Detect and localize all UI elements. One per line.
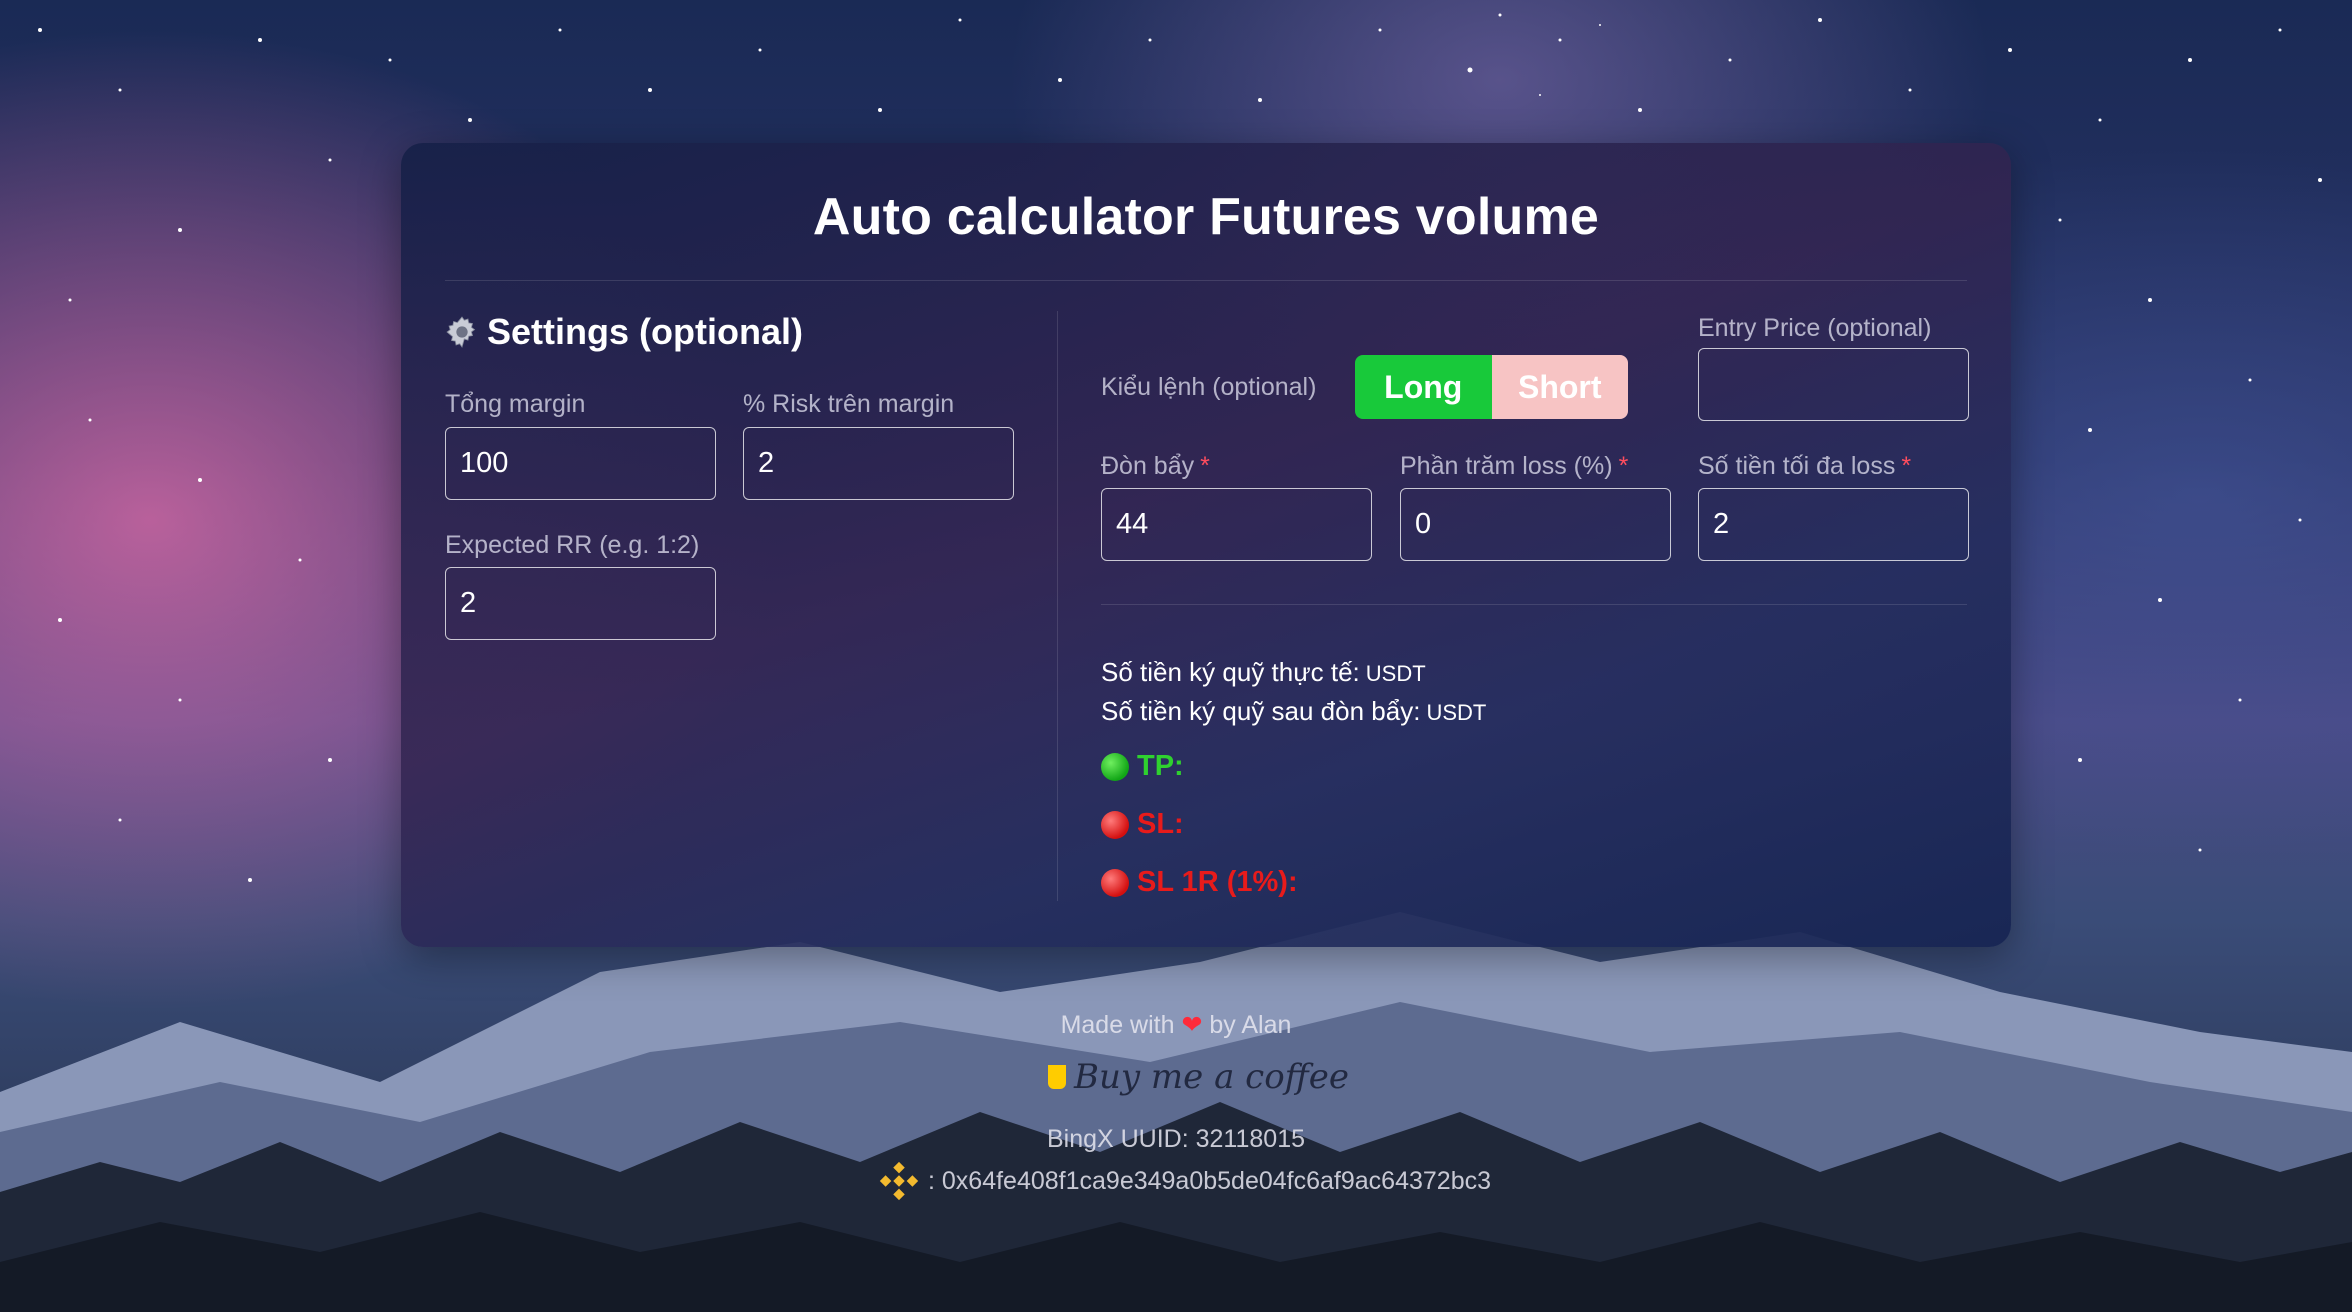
actual-margin-result: Số tiền ký quỹ thực tế: USDT	[1101, 657, 1426, 688]
sl-label: SL:	[1137, 808, 1184, 840]
vertical-divider	[1057, 311, 1058, 901]
long-button[interactable]: Long	[1355, 355, 1492, 419]
leverage-label: Đòn bẩy *	[1101, 452, 1210, 481]
loss-percent-label: Phần trăm loss (%) *	[1400, 452, 1628, 481]
red-circle-icon	[1101, 868, 1129, 897]
order-type-toggle: Long Short	[1355, 355, 1628, 419]
sl1r-result: SL 1R (1%):	[1101, 866, 1298, 899]
coffee-cup-icon	[1048, 1065, 1066, 1089]
order-type-label: Kiểu lệnh (optional)	[1101, 373, 1317, 401]
heart-icon: ❤	[1181, 1011, 1203, 1039]
entry-price-label: Entry Price (optional)	[1698, 314, 1932, 342]
leveraged-margin-result: Số tiền ký quỹ sau đòn bẩy: USDT	[1101, 696, 1486, 727]
wallet-address[interactable]: : 0x64fe408f1ca9e349a0b5de04fc6af9ac6437…	[928, 1167, 1491, 1196]
required-mark: *	[1618, 452, 1629, 480]
sl-result: SL:	[1101, 808, 1184, 841]
binance-logo-icon	[879, 1161, 919, 1201]
required-mark: *	[1200, 452, 1210, 480]
coffee-link-text: Buy me a coffee	[1074, 1057, 1349, 1097]
unit-label: USDT	[1365, 661, 1426, 686]
max-loss-input[interactable]	[1698, 488, 1969, 561]
total-margin-input[interactable]	[445, 427, 716, 500]
divider	[1101, 604, 1967, 605]
expected-rr-input[interactable]	[445, 567, 716, 640]
total-margin-label: Tổng margin	[445, 390, 586, 418]
max-loss-label-text: Số tiền tối đa loss	[1698, 452, 1896, 480]
tp-label: TP:	[1137, 750, 1184, 782]
bingx-uuid: BingX UUID: 32118015	[1046, 1125, 1306, 1153]
required-mark: *	[1901, 452, 1912, 480]
risk-label: % Risk trên margin	[743, 390, 955, 418]
short-button[interactable]: Short	[1491, 355, 1628, 419]
leverage-label-text: Đòn bẩy	[1101, 452, 1195, 480]
actual-margin-label: Số tiền ký quỹ thực tế:	[1101, 657, 1360, 687]
calculator-card: Auto calculator Futures volume Settings …	[401, 143, 2011, 947]
made-with-text: Made with	[1060, 1011, 1175, 1039]
loss-percent-input[interactable]	[1400, 488, 1671, 561]
entry-price-input[interactable]	[1698, 348, 1969, 421]
leverage-input[interactable]	[1101, 488, 1372, 561]
divider	[445, 280, 1967, 281]
green-circle-icon	[1101, 752, 1129, 781]
settings-heading-text: Settings (optional)	[487, 311, 803, 352]
tp-result: TP:	[1101, 750, 1184, 783]
made-with-credit: Made with ❤ by Alan	[0, 1010, 2352, 1040]
sl1r-label: SL 1R (1%):	[1137, 866, 1298, 898]
loss-percent-label-text: Phần trăm loss (%)	[1400, 452, 1613, 480]
unit-label: USDT	[1426, 700, 1487, 725]
red-circle-icon	[1101, 810, 1129, 839]
buy-me-coffee-link[interactable]: Buy me a coffee	[1048, 1057, 1349, 1097]
settings-heading: Settings (optional)	[445, 311, 803, 353]
expected-rr-label: Expected RR (e.g. 1:2)	[445, 531, 700, 559]
author-text: by Alan	[1209, 1011, 1292, 1039]
leveraged-margin-label: Số tiền ký quỹ sau đòn bẩy:	[1101, 696, 1421, 726]
gear-icon	[446, 316, 476, 348]
wallet-address-row: : 0x64fe408f1ca9e349a0b5de04fc6af9ac6437…	[876, 1158, 1491, 1204]
risk-input[interactable]	[743, 427, 1014, 500]
page-title: Auto calculator Futures volume	[812, 188, 1600, 246]
max-loss-label: Số tiền tối đa loss *	[1698, 452, 1911, 481]
